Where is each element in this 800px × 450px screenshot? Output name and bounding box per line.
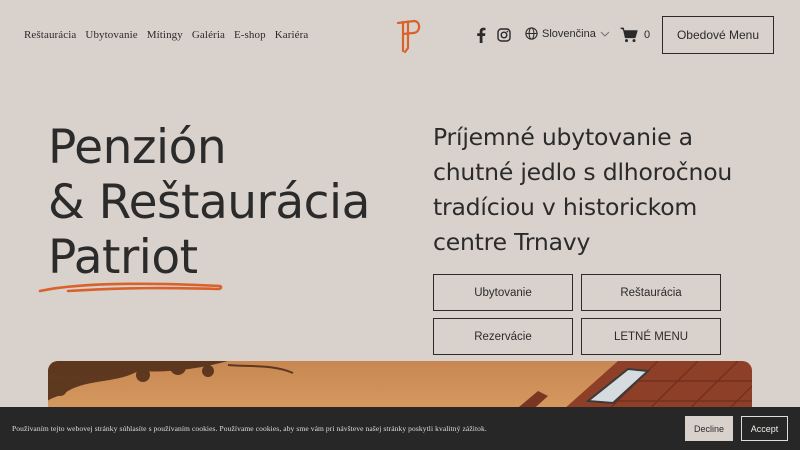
hero-title-line-2: & Reštaurácia [48, 174, 370, 230]
nav-item-mitingy[interactable]: Mítingy [147, 29, 183, 41]
cookie-decline-button[interactable]: Decline [685, 416, 733, 441]
chevron-down-icon [600, 31, 610, 37]
language-label: Slovenčina [542, 27, 596, 40]
site-header: Reštaurácia Ubytovanie Mítingy Galéria E… [0, 0, 800, 72]
cart-button[interactable]: 0 [620, 27, 650, 43]
hero-title-line-3: Patriot [48, 229, 198, 285]
letne-menu-button[interactable]: LETNÉ MENU [581, 318, 721, 355]
nav-item-ubytovanie[interactable]: Ubytovanie [85, 29, 137, 41]
lunch-menu-button[interactable]: Obedové Menu [662, 16, 774, 54]
title-underline-decoration [38, 282, 223, 293]
nav-item-eshop[interactable]: E-shop [234, 29, 266, 41]
cart-icon [620, 27, 638, 43]
nav-item-kariera[interactable]: Kariéra [275, 29, 309, 41]
nav-item-restauracia[interactable]: Reštaurácia [24, 29, 76, 41]
language-selector[interactable]: Slovenčina [525, 27, 610, 40]
hero-tagline: Príjemné ubytovanie a chutné jedlo s dlh… [433, 123, 733, 256]
cookie-bar: Používaním tejto webovej stránky súhlasí… [0, 407, 800, 450]
rezervacie-button[interactable]: Rezervácie [433, 318, 573, 355]
cookie-accept-button[interactable]: Accept [741, 416, 788, 441]
globe-icon [525, 27, 538, 40]
restauracia-button[interactable]: Reštaurácia [581, 274, 721, 311]
main-nav: Reštaurácia Ubytovanie Mítingy Galéria E… [24, 29, 308, 41]
patriot-p-logo[interactable] [394, 18, 422, 54]
nav-item-galeria[interactable]: Galéria [192, 29, 225, 41]
hero-title-line-1: Penzión [48, 120, 227, 175]
cart-count: 0 [644, 29, 651, 41]
hero-title: Penzión & Reštaurácia Patriot [48, 120, 370, 285]
facebook-icon[interactable] [474, 27, 488, 43]
cookie-text: Používaním tejto webovej stránky súhlasí… [12, 424, 487, 433]
instagram-icon[interactable] [497, 28, 511, 42]
ubytovanie-button[interactable]: Ubytovanie [433, 274, 573, 311]
